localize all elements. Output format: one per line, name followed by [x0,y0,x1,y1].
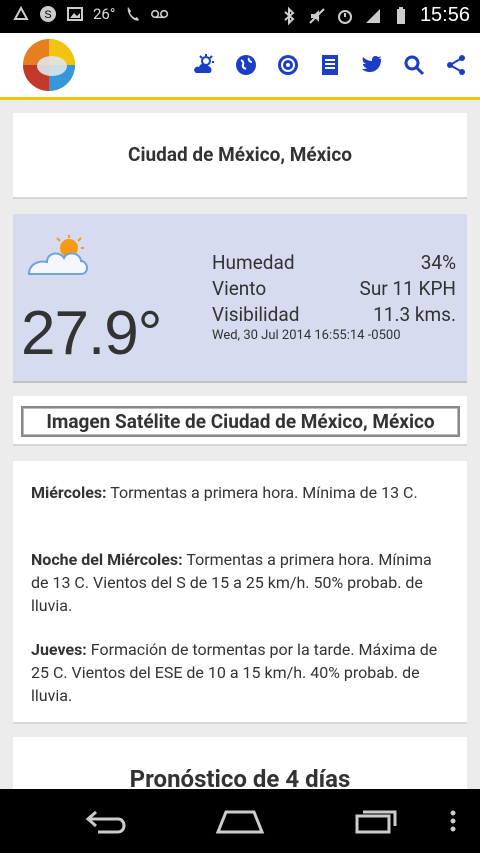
satellite-card: Imagen Satélite de Ciudad de México, Méx… [13,396,467,446]
status-left: S 26° [12,5,169,23]
mute-icon [309,7,325,24]
forecast-item-title: Noche del Miércoles: [31,550,183,569]
forecast-item-text: Formación de tormentas por la tarde. Máx… [31,640,438,705]
city-card: Ciudad de México, México [13,113,467,199]
back-button[interactable] [77,803,137,839]
image-icon [67,7,83,21]
twitter-button[interactable] [356,49,388,81]
visibility-row: Visibilidad 11.3 kms. [212,303,456,326]
share-icon [447,55,465,75]
radar-button[interactable] [272,49,304,81]
forecast-item-title: Jueves: [31,640,87,659]
bluetooth-icon [284,6,295,25]
share-button[interactable] [440,49,472,81]
status-bar: S 26° 15:56 [0,0,480,33]
humidity-row: Humedad 34% [212,251,456,274]
humidity-value: 34% [420,251,456,274]
status-right: 15:56 [280,4,470,27]
status-temp: 26° [93,5,116,23]
globe-button[interactable] [230,49,262,81]
partly-cloudy-icon [27,235,88,275]
current-temperature: 27.9° [21,299,162,368]
recent-apps-button[interactable] [344,803,404,839]
news-button[interactable] [314,49,346,81]
visibility-label: Visibilidad [212,303,300,326]
forecast-item: Noche del Miércoles: Tormentas a primera… [31,548,451,617]
alarm-icon [337,9,352,24]
battery-icon [396,6,405,24]
humidity-label: Humedad [212,251,295,274]
search-icon [404,55,425,76]
more-vertical-icon [450,810,456,832]
city-title: Ciudad de México, México [128,143,352,166]
voicemail-icon [151,9,169,19]
app-logo[interactable] [22,38,76,92]
wind-label: Viento [212,277,267,300]
forecast-item-text: Tormentas a primera hora. Mínima de 13 C… [106,483,418,502]
weather-icon [194,54,214,73]
twitter-icon [362,56,382,72]
toolbar [188,49,472,81]
weather-button[interactable] [188,49,220,81]
s-logo-icon: S [40,6,56,22]
search-button[interactable] [398,49,430,81]
forecast-item: Miércoles: Tormentas a primera hora. Mín… [31,481,451,504]
observation-timestamp: Wed, 30 Jul 2014 16:55:14 -0500 [212,328,401,343]
forecast-item: Jueves: Formación de tormentas por la ta… [31,638,451,707]
recent-apps-icon [355,810,397,834]
overflow-menu-button[interactable] [438,803,468,839]
navigation-bar [0,789,480,853]
radar-icon [278,55,298,75]
wind-value: Sur 11 KPH [359,277,456,300]
wind-row: Viento Sur 11 KPH [212,277,456,300]
svg-text:S: S [44,9,51,21]
status-time: 15:56 [419,4,470,26]
visibility-value: 11.3 kms. [373,303,456,326]
globe-icon [236,55,256,75]
forecast-item-title: Miércoles: [31,483,107,502]
forecast-card: Miércoles: Tormentas a primera hora. Mín… [13,461,467,724]
recycle-icon [13,5,29,20]
satellite-image-button[interactable]: Imagen Satélite de Ciudad de México, Méx… [21,406,460,437]
signal-icon [365,8,380,23]
back-icon [85,810,126,834]
app-header [0,33,480,100]
news-icon [322,55,338,75]
phone-icon [128,7,140,21]
home-button[interactable] [210,803,270,839]
current-weather-card: 27.9° Humedad 34% Viento Sur 11 KPH Visi… [13,214,467,383]
home-icon [215,810,265,834]
